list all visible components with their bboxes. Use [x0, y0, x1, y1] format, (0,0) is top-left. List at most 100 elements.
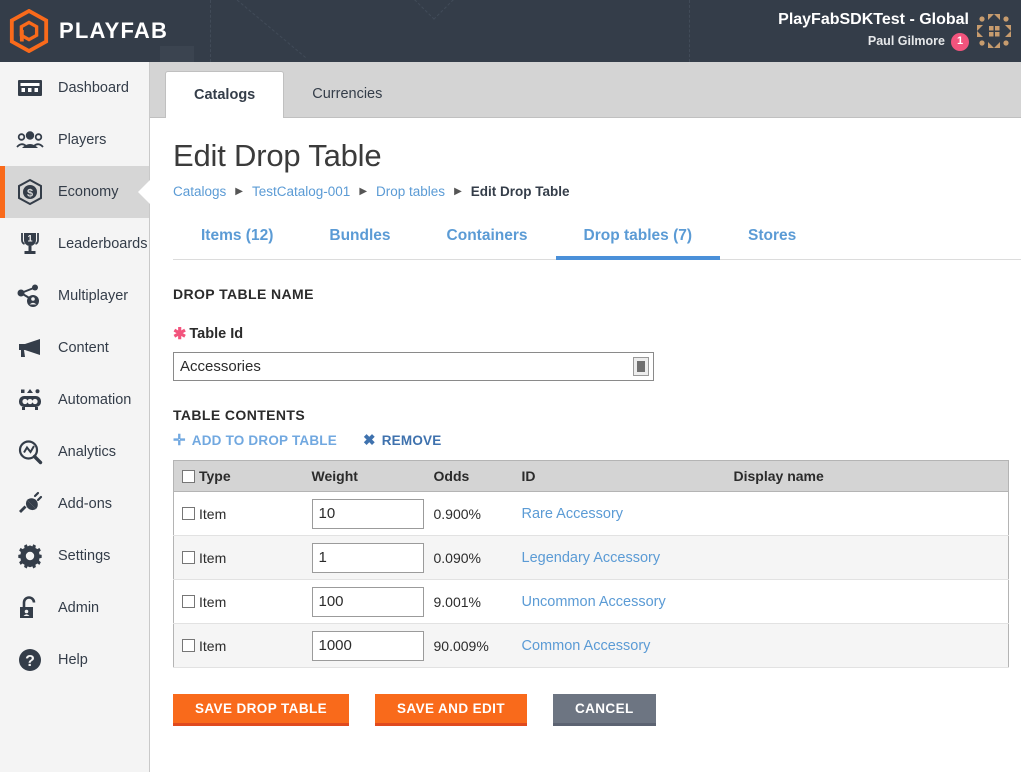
contact-card-icon[interactable] — [633, 357, 649, 376]
select-all-checkbox[interactable] — [182, 469, 195, 483]
sidebar-item-automation[interactable]: Automation — [0, 374, 149, 426]
sidebar-item-label: Content — [58, 340, 109, 356]
row-id-link[interactable]: Legendary Accessory — [522, 550, 661, 566]
row-type-cell: Item — [173, 535, 304, 580]
required-asterisk-icon: ✱ — [173, 326, 187, 343]
sidebar-item-leaderboards[interactable]: 1 Leaderboards — [0, 218, 149, 270]
row-weight-input[interactable] — [311, 498, 424, 529]
table-id-input[interactable] — [173, 352, 654, 381]
svg-text:1: 1 — [27, 234, 32, 244]
sidebar-item-help[interactable]: ? Help — [0, 634, 149, 686]
breadcrumb-separator-icon: ▶ — [454, 186, 462, 197]
sidebar-item-label: Dashboard — [58, 80, 129, 96]
analytics-icon — [18, 440, 43, 465]
table-id-label: ✱ Table Id — [173, 324, 1021, 344]
breadcrumb-separator-icon: ▶ — [359, 186, 368, 197]
row-id-link[interactable]: Uncommon Accessory — [522, 594, 666, 610]
column-header-type-label: Type — [199, 468, 231, 484]
sidebar-item-settings[interactable]: Settings — [0, 530, 149, 582]
subtab-drop-tables[interactable]: Drop tables (7) — [555, 217, 721, 260]
row-id-link[interactable]: Common Accessory — [522, 638, 651, 654]
drop-table-contents-grid: Type Weight Odds ID Display name Item 10… — [173, 460, 1009, 668]
page-title: Edit Drop Table — [173, 138, 382, 173]
row-type-cell: Item — [173, 491, 304, 536]
add-to-drop-table-label: ADD TO DROP TABLE — [191, 433, 337, 448]
row-id-cell: Uncommon Accessory — [513, 579, 726, 624]
primary-tab-strip: Catalogs Currencies — [150, 62, 1021, 118]
tab-catalogs[interactable]: Catalogs — [165, 71, 285, 118]
sidebar-item-admin[interactable]: Admin — [0, 582, 149, 634]
breadcrumb: Catalogs ▶ TestCatalog-001 ▶ Drop tables… — [173, 184, 1021, 199]
row-weight-input[interactable] — [311, 542, 424, 573]
cancel-button[interactable]: CANCEL — [552, 694, 656, 726]
row-id-link[interactable]: Rare Accessory — [522, 506, 624, 522]
question-icon: ? — [19, 649, 41, 671]
players-icon — [16, 131, 44, 148]
table-id-label-text: Table Id — [189, 326, 244, 342]
sidebar-item-dashboard[interactable]: Dashboard — [0, 62, 149, 114]
row-select-checkbox[interactable] — [182, 639, 195, 652]
save-drop-table-button[interactable]: SAVE DROP TABLE — [173, 694, 350, 726]
logo-text: PLAYFAB — [59, 18, 169, 43]
row-type-label: Item — [199, 593, 227, 610]
column-header-display: Display name — [725, 460, 1009, 492]
row-select-checkbox[interactable] — [182, 507, 195, 520]
tab-currencies[interactable]: Currencies — [284, 70, 410, 117]
sidebar-item-content[interactable]: Content — [0, 322, 149, 374]
playfab-hex-logo — [9, 9, 49, 53]
sidebar-item-multiplayer[interactable]: Multiplayer — [0, 270, 149, 322]
row-id-cell: Common Accessory — [513, 623, 726, 668]
sidebar-item-economy[interactable]: $ Economy — [0, 166, 150, 218]
notification-badge[interactable]: 1 — [951, 33, 969, 51]
row-weight-cell — [303, 623, 426, 668]
subtab-containers[interactable]: Containers — [419, 217, 556, 260]
breadcrumb-item-catalogs[interactable]: Catalogs — [173, 184, 226, 199]
row-type-cell: Item — [173, 623, 304, 668]
row-weight-cell — [303, 491, 426, 536]
header-decoration-block — [160, 46, 194, 62]
table-id-field-row — [173, 352, 654, 381]
account-user-name[interactable]: Paul Gilmore — [868, 34, 945, 50]
row-odds-cell: 0.900% — [425, 491, 514, 536]
lock-icon — [20, 596, 36, 618]
sidebar-item-label: Players — [58, 132, 107, 148]
row-weight-input[interactable] — [311, 586, 424, 617]
breadcrumb-item-testcatalog[interactable]: TestCatalog-001 — [252, 184, 350, 199]
sidebar-item-add-ons[interactable]: Add-ons — [0, 478, 149, 530]
table-row[interactable]: Item 90.009% Common Accessory — [173, 623, 1009, 668]
row-id-cell: Rare Accessory — [513, 491, 726, 536]
remove-button[interactable]: ✖ REMOVE — [363, 433, 442, 448]
row-type-label: Item — [199, 549, 227, 566]
row-select-checkbox[interactable] — [182, 595, 195, 608]
row-select-checkbox[interactable] — [182, 551, 195, 564]
table-row[interactable]: Item 0.900% Rare Accessory — [173, 491, 1009, 536]
table-contents-heading: TABLE CONTENTS — [173, 407, 306, 423]
table-row[interactable]: Item 0.090% Legendary Accessory — [173, 535, 1009, 580]
svg-text:?: ? — [25, 653, 35, 670]
table-row[interactable]: Item 9.001% Uncommon Accessory — [173, 579, 1009, 624]
row-weight-input[interactable] — [311, 630, 424, 661]
sidebar-item-label: Analytics — [58, 444, 117, 460]
subtab-items[interactable]: Items (12) — [173, 217, 301, 260]
identicon-avatar[interactable] — [975, 12, 1013, 50]
row-weight-cell — [303, 535, 426, 580]
automation-icon — [19, 389, 41, 410]
add-to-drop-table-button[interactable]: ✛ ADD TO DROP TABLE — [173, 433, 337, 448]
save-and-edit-button[interactable]: SAVE AND EDIT — [375, 694, 527, 726]
playfab-logo[interactable]: PLAYFAB — [8, 8, 167, 54]
subtab-bundles[interactable]: Bundles — [301, 217, 418, 260]
breadcrumb-separator-icon: ▶ — [235, 186, 243, 197]
sidebar-item-label: Leaderboards — [58, 236, 148, 252]
account-title: PlayFabSDKTest - Global — [778, 11, 969, 28]
subtab-stores[interactable]: Stores — [720, 217, 824, 260]
sidebar-item-players[interactable]: Players — [0, 114, 149, 166]
sidebar-item-analytics[interactable]: Analytics — [0, 426, 149, 478]
table-actions: ✛ ADD TO DROP TABLE ✖ REMOVE — [173, 433, 1021, 448]
sidebar-item-label: Admin — [58, 600, 100, 616]
trophy-icon: 1 — [21, 233, 39, 254]
column-header-type: Type — [173, 460, 304, 492]
breadcrumb-item-drop-tables[interactable]: Drop tables — [376, 184, 445, 199]
multiplayer-icon — [17, 284, 39, 307]
row-odds-cell: 90.009% — [425, 623, 514, 668]
row-type-label: Item — [199, 505, 227, 522]
